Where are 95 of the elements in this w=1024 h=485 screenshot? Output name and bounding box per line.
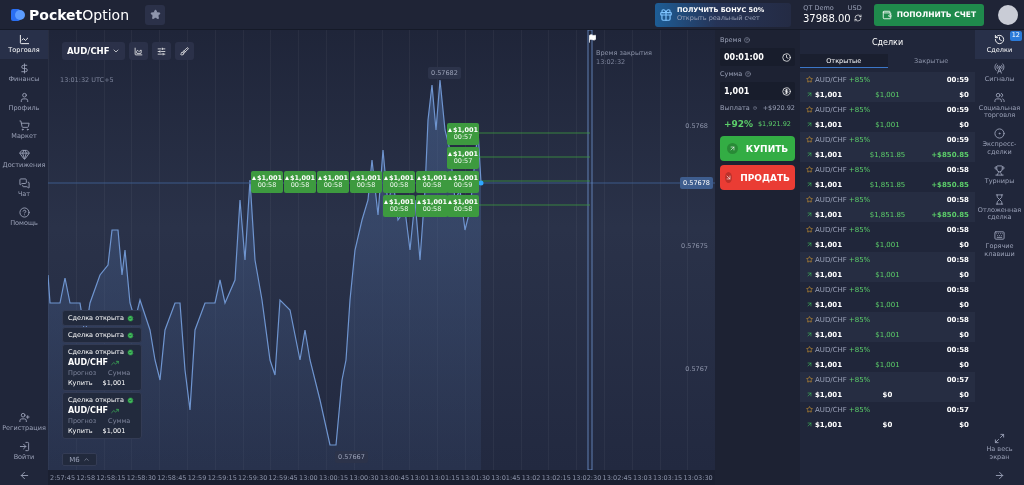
up-triangle-icon: [317, 176, 322, 181]
nav-icon: [18, 120, 30, 132]
nav-icon: [18, 34, 30, 45]
deals-title: Сделки: [870, 36, 905, 49]
arrow-up-icon: [806, 391, 813, 398]
area-chart-icon: [133, 46, 143, 56]
nav-icon: [994, 193, 1005, 205]
time-field[interactable]: 00:01:00: [720, 48, 795, 66]
nav-icon: [18, 149, 30, 161]
nav-icon: [994, 34, 1005, 45]
clock-icon: [782, 52, 791, 62]
price-chart[interactable]: [48, 30, 715, 470]
gift-icon: [658, 7, 673, 22]
up-triangle-icon: [350, 176, 355, 181]
arrow-up-icon: [806, 121, 813, 128]
star-icon: [806, 106, 813, 113]
star-icon: [806, 226, 813, 233]
up-triangle-icon: [416, 200, 421, 205]
arrow-icon: [994, 470, 1005, 481]
arrow-up-icon: [806, 181, 813, 188]
asset-selector[interactable]: AUD/CHF: [62, 42, 125, 60]
star-icon: [806, 256, 813, 263]
drawing-button[interactable]: [174, 42, 194, 60]
check-icon: [126, 348, 134, 356]
trend-icon: [111, 406, 120, 415]
arrow-up-icon: [806, 241, 813, 248]
star-icon: [806, 316, 813, 323]
avatar[interactable]: [998, 4, 1018, 25]
dollar-icon: [782, 86, 791, 96]
brush-icon: [179, 46, 189, 56]
chart-type-button[interactable]: [128, 42, 148, 60]
up-triangle-icon: [383, 176, 388, 181]
arrow-up-icon: [806, 301, 813, 308]
star-icon: [806, 346, 813, 353]
arrow-up-icon: [806, 331, 813, 338]
check-icon: [126, 396, 134, 404]
account-balance: 37988.00: [802, 12, 851, 24]
flag-icon: [588, 34, 597, 43]
up-triangle-icon: [383, 200, 388, 205]
nav-icon: [994, 433, 1005, 445]
star-icon: [149, 9, 161, 20]
nav-icon: [18, 206, 30, 218]
trend-icon: [111, 358, 120, 367]
nav-icon: [18, 178, 30, 189]
logo-icon: [10, 6, 26, 23]
star-icon: [806, 286, 813, 293]
nav-icon: [994, 230, 1005, 242]
sell-button[interactable]: ПРОДАТЬ: [720, 165, 795, 190]
nav-icon: [18, 91, 30, 103]
star-icon: [806, 136, 813, 143]
star-icon: [806, 166, 813, 173]
nav-icon: [994, 91, 1005, 103]
wallet-icon: [881, 9, 892, 20]
payout-percent: +92%: [724, 119, 754, 129]
indicators-button[interactable]: [151, 42, 171, 60]
nav-icon: [994, 164, 1005, 176]
help-icon: [745, 71, 752, 77]
sliders-icon: [156, 46, 166, 56]
arrow-up-icon: [806, 211, 813, 218]
arrow-down-icon: [725, 174, 733, 181]
help-icon: [744, 37, 751, 43]
star-icon: [806, 76, 813, 83]
up-triangle-icon: [447, 152, 452, 157]
help-icon: [752, 105, 757, 111]
check-icon: [126, 314, 134, 322]
up-triangle-icon: [447, 200, 452, 205]
star-icon: [806, 196, 813, 203]
arrow-up-icon: [806, 91, 813, 98]
notification-asset: AUD/CHF: [68, 358, 109, 367]
arrow-up-icon: [728, 145, 736, 152]
caret-icon: [82, 456, 90, 463]
nav-icon: [18, 412, 30, 424]
sum-field[interactable]: 1,001: [720, 82, 795, 100]
up-triangle-icon: [447, 176, 452, 181]
favorites-button[interactable]: [145, 4, 166, 25]
arrow-up-icon: [806, 151, 813, 158]
caret-icon: [111, 47, 120, 55]
up-triangle-icon: [251, 176, 256, 181]
check-icon: [126, 331, 134, 339]
up-triangle-icon: [447, 128, 452, 133]
star-icon: [806, 376, 813, 383]
nav-icon: [18, 62, 30, 74]
arrow-up-icon: [806, 421, 813, 428]
up-triangle-icon: [284, 176, 289, 181]
arrow-up-icon: [806, 361, 813, 368]
up-triangle-icon: [416, 176, 421, 181]
nav-icon: [994, 128, 1005, 140]
nav-icon: [994, 62, 1005, 74]
arrow-up-icon: [806, 271, 813, 278]
nav-icon: [18, 441, 30, 453]
app-logo[interactable]: PocketOption: [10, 6, 130, 23]
star-icon: [806, 406, 813, 413]
arrow-icon: [18, 470, 30, 481]
refresh-icon[interactable]: [853, 14, 862, 23]
notification-asset: AUD/CHF: [68, 406, 109, 415]
